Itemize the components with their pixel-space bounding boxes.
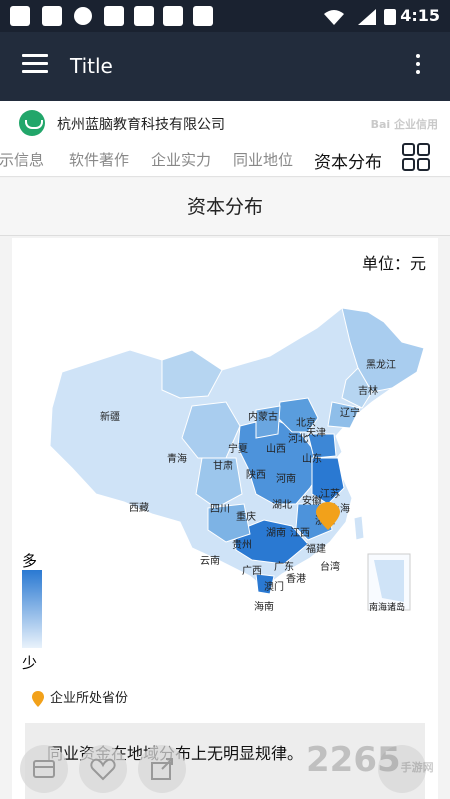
wifi-icon (324, 10, 344, 25)
province-label: 广东 (274, 560, 294, 573)
company-logo (19, 110, 45, 136)
province-label: 澳门 (264, 580, 284, 593)
grid-menu-icon[interactable] (402, 143, 432, 173)
heart-icon (90, 758, 116, 781)
legend-high-label: 多 (22, 552, 38, 570)
province-label: 青海 (167, 452, 187, 465)
legend-gradient (22, 570, 42, 648)
tab-company-strength[interactable]: 企业实力 (151, 149, 211, 170)
notification-icon (193, 6, 213, 26)
province-label: 福建 (306, 542, 326, 555)
capital-distribution-card: 单位：元 新疆 西藏 青海 甘肃 内蒙古 宁夏 陕西 四川 云南 贵州 重庆 湖… (12, 238, 438, 799)
province-label: 南海诸岛 (369, 601, 405, 613)
app-bar: Title (0, 32, 450, 101)
province-label: 海南 (254, 600, 274, 613)
signal-icon (358, 9, 376, 25)
province-label: 新疆 (100, 410, 120, 423)
province-label: 山东 (302, 452, 322, 465)
province-label: 吉林 (358, 384, 378, 397)
province-label: 四川 (210, 504, 230, 515)
province-label: 西藏 (129, 502, 149, 514)
section-title: 资本分布 (186, 196, 263, 218)
pin-legend-label: 企业所处省份 (50, 691, 129, 706)
province-label: 湖南 (266, 526, 286, 539)
province-label: 湖北 (272, 499, 292, 511)
battery-icon (384, 9, 396, 25)
tab-info[interactable]: 示信息 (0, 149, 44, 170)
province-label: 重庆 (236, 510, 256, 523)
notification-icon (42, 6, 62, 26)
tab-industry-position[interactable]: 同业地位 (233, 149, 293, 170)
section-header: 资本分布 (0, 178, 450, 236)
notification-icon (104, 6, 124, 26)
province-label: 江苏 (320, 487, 340, 500)
province-label: 山西 (266, 443, 286, 455)
province-label: 辽宁 (340, 406, 360, 419)
province-label: 天津 (306, 427, 326, 439)
province-label: 江西 (290, 527, 310, 539)
menu-icon[interactable] (22, 54, 48, 74)
unit-label: 单位：元 (361, 254, 426, 273)
province-label: 内蒙古 (248, 410, 278, 423)
province-label: 香港 (286, 573, 306, 585)
province-label: 陕西 (246, 468, 266, 481)
watermark-sub: 手游网 (400, 761, 434, 774)
province-label: 河南 (276, 472, 296, 485)
company-header: 杭州蓝脑教育科技有限公司 Bai 企业信用 (0, 101, 450, 143)
province-label: 河北 (288, 433, 308, 445)
tab-bar: 示信息 软件著作 企业实力 同业地位 资本分布 (0, 143, 450, 177)
page-title: Title (70, 54, 113, 78)
legend-low-label: 少 (22, 654, 38, 672)
archive-button[interactable] (20, 745, 68, 793)
more-options-icon[interactable] (416, 54, 420, 78)
location-pin-icon (32, 690, 44, 707)
province-label: 宁夏 (228, 442, 248, 455)
status-bar: 4:15 (0, 0, 450, 32)
province-label: 贵州 (232, 538, 252, 551)
tab-software-copyright[interactable]: 软件著作 (69, 149, 129, 170)
share-button[interactable] (138, 745, 186, 793)
notification-icon (163, 6, 183, 26)
province-label: 广西 (242, 565, 262, 577)
site-watermark: 2265手游网 (306, 740, 434, 780)
notification-icon (10, 6, 30, 26)
province-label: 云南 (200, 554, 220, 567)
archive-icon (33, 760, 55, 778)
watermark-brand: 2265 (306, 740, 401, 780)
province-label: 甘肃 (213, 459, 233, 472)
shield-icon (74, 7, 92, 25)
baidu-credit-watermark: Bai 企业信用 (370, 118, 438, 131)
china-map: 新疆 西藏 青海 甘肃 内蒙古 宁夏 陕西 四川 云南 贵州 重庆 湖北 湖南 … (49, 307, 425, 613)
share-icon (151, 758, 173, 780)
company-name: 杭州蓝脑教育科技有限公司 (57, 117, 225, 133)
pin-legend: 企业所处省份 (32, 687, 128, 707)
province-label: 台湾 (320, 560, 340, 573)
tab-capital-distribution[interactable]: 资本分布 (314, 148, 382, 173)
province-taiwan-shape (353, 515, 365, 541)
province-label: 黑龙江 (366, 358, 396, 371)
province-label: 安徽 (302, 494, 322, 507)
favorite-button[interactable] (79, 745, 127, 793)
status-time: 4:15 (400, 6, 440, 25)
notification-icon (134, 6, 154, 26)
